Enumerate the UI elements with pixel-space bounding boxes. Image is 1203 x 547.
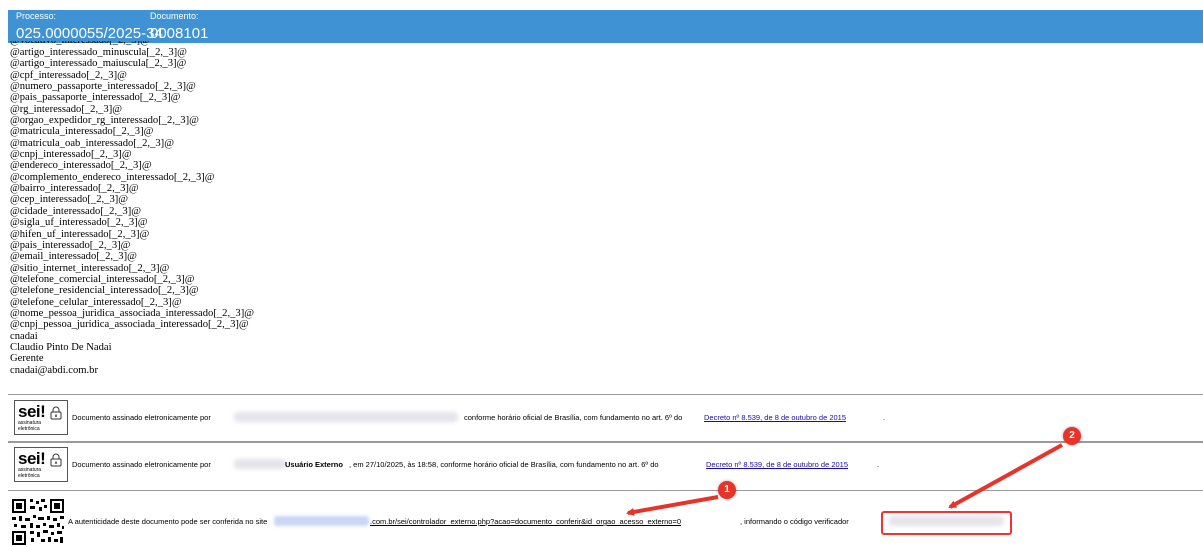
annotation-badge-1: 1: [718, 481, 736, 499]
arrow-2: [948, 443, 1063, 509]
annotation-arrows: [626, 443, 1063, 516]
annotation-badge-2: 2: [1063, 427, 1081, 445]
arrow-1: [626, 495, 719, 516]
